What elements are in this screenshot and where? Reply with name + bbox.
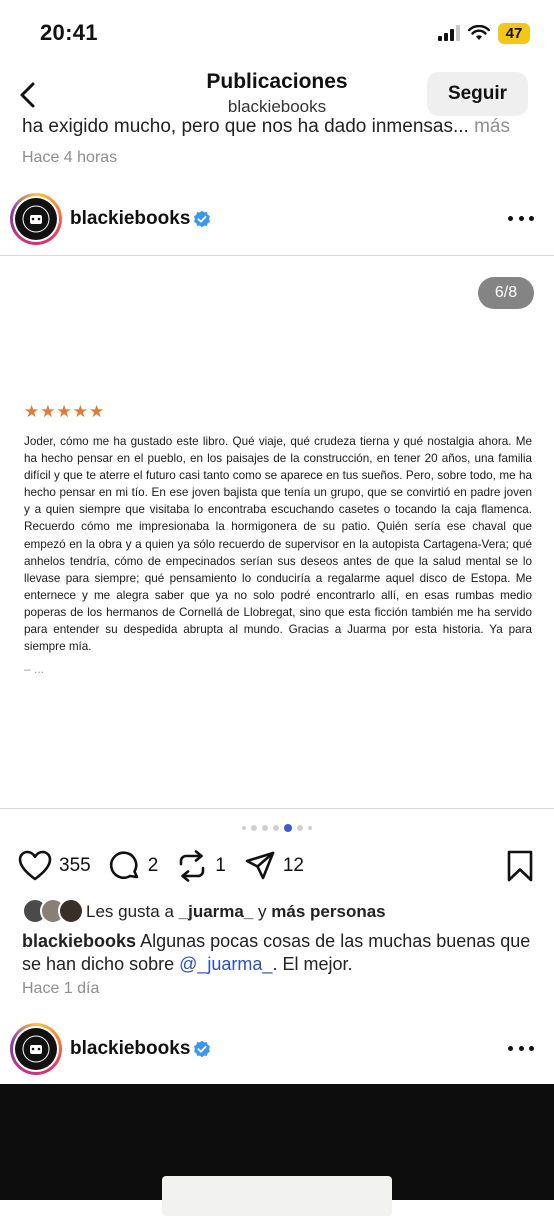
comment-button[interactable]: 2 xyxy=(109,850,177,882)
post-time: Hace 1 día xyxy=(22,980,100,997)
bookmark-icon[interactable] xyxy=(506,850,534,882)
post-avatar[interactable] xyxy=(10,193,62,245)
previous-caption-text: ha exigido mucho, pero que nos ha dado i… xyxy=(22,116,469,137)
liked-by-user[interactable]: _juarma_ xyxy=(179,902,254,921)
like-button[interactable]: 355 xyxy=(18,850,109,882)
next-post-username[interactable]: blackiebooks xyxy=(70,1038,190,1060)
more-link[interactable]: más xyxy=(474,116,510,137)
next-post-avatar[interactable] xyxy=(10,1023,62,1075)
avatar xyxy=(58,898,84,924)
liked-by-avatars[interactable] xyxy=(22,898,84,924)
action-bar: 355 2 1 12 xyxy=(18,848,322,884)
verified-badge-icon xyxy=(194,1040,210,1058)
carousel-dot xyxy=(242,826,246,830)
previous-post-caption: ha exigido mucho, pero que nos ha dado i… xyxy=(22,116,510,138)
status-icons: 47 xyxy=(438,22,530,44)
signal-icon xyxy=(438,25,460,41)
post-username[interactable]: blackiebooks xyxy=(70,208,190,230)
carousel-dot xyxy=(251,825,257,831)
more-options-icon[interactable] xyxy=(508,1046,534,1054)
battery-level: 47 xyxy=(498,22,530,44)
carousel-dot xyxy=(308,826,312,830)
next-post-image-card xyxy=(162,1176,392,1216)
carousel-dot xyxy=(262,825,268,831)
caption-mention[interactable]: @_juarma_ xyxy=(179,954,272,974)
status-time: 20:41 xyxy=(40,20,98,45)
verified-badge-icon xyxy=(194,210,210,228)
heart-icon xyxy=(18,850,52,881)
follow-button[interactable]: Seguir xyxy=(427,72,528,116)
previous-post-time: Hace 4 horas xyxy=(22,149,118,166)
carousel-counter: 6/8 xyxy=(478,277,534,309)
carousel-dot xyxy=(297,825,303,831)
blackie-logo-icon xyxy=(22,205,50,233)
repost-button[interactable]: 1 xyxy=(176,850,244,882)
comment-icon xyxy=(109,851,139,879)
comments-count: 2 xyxy=(147,855,159,876)
more-options-icon[interactable] xyxy=(508,216,534,224)
caption-end: . El mejor. xyxy=(272,954,353,974)
carousel-dots xyxy=(0,824,554,832)
post-caption: blackiebooks Algunas pocas cosas de las … xyxy=(22,930,542,976)
rating-stars: ★★★★★ xyxy=(24,402,106,421)
liked-by-more[interactable]: más personas xyxy=(271,902,385,921)
carousel-dot-active xyxy=(284,824,292,832)
liked-by-and: y xyxy=(258,902,267,921)
reposts-count: 1 xyxy=(215,855,226,876)
repost-icon xyxy=(179,850,205,882)
likes-count: 355 xyxy=(59,855,91,876)
share-button[interactable]: 12 xyxy=(244,850,322,882)
liked-by-prefix: Les gusta a xyxy=(86,902,174,921)
shares-count: 12 xyxy=(282,855,304,876)
wifi-icon xyxy=(468,25,490,40)
share-icon xyxy=(245,851,275,880)
review-text: Joder, cómo me ha gustado este libro. Qu… xyxy=(24,435,532,654)
carousel-dot xyxy=(273,825,279,831)
caption-username[interactable]: blackiebooks xyxy=(22,931,136,951)
liked-by-text[interactable]: Les gusta a _juarma_ y más personas xyxy=(86,902,386,922)
blackie-logo-icon xyxy=(22,1035,50,1063)
review-tail: – ... xyxy=(24,662,45,676)
